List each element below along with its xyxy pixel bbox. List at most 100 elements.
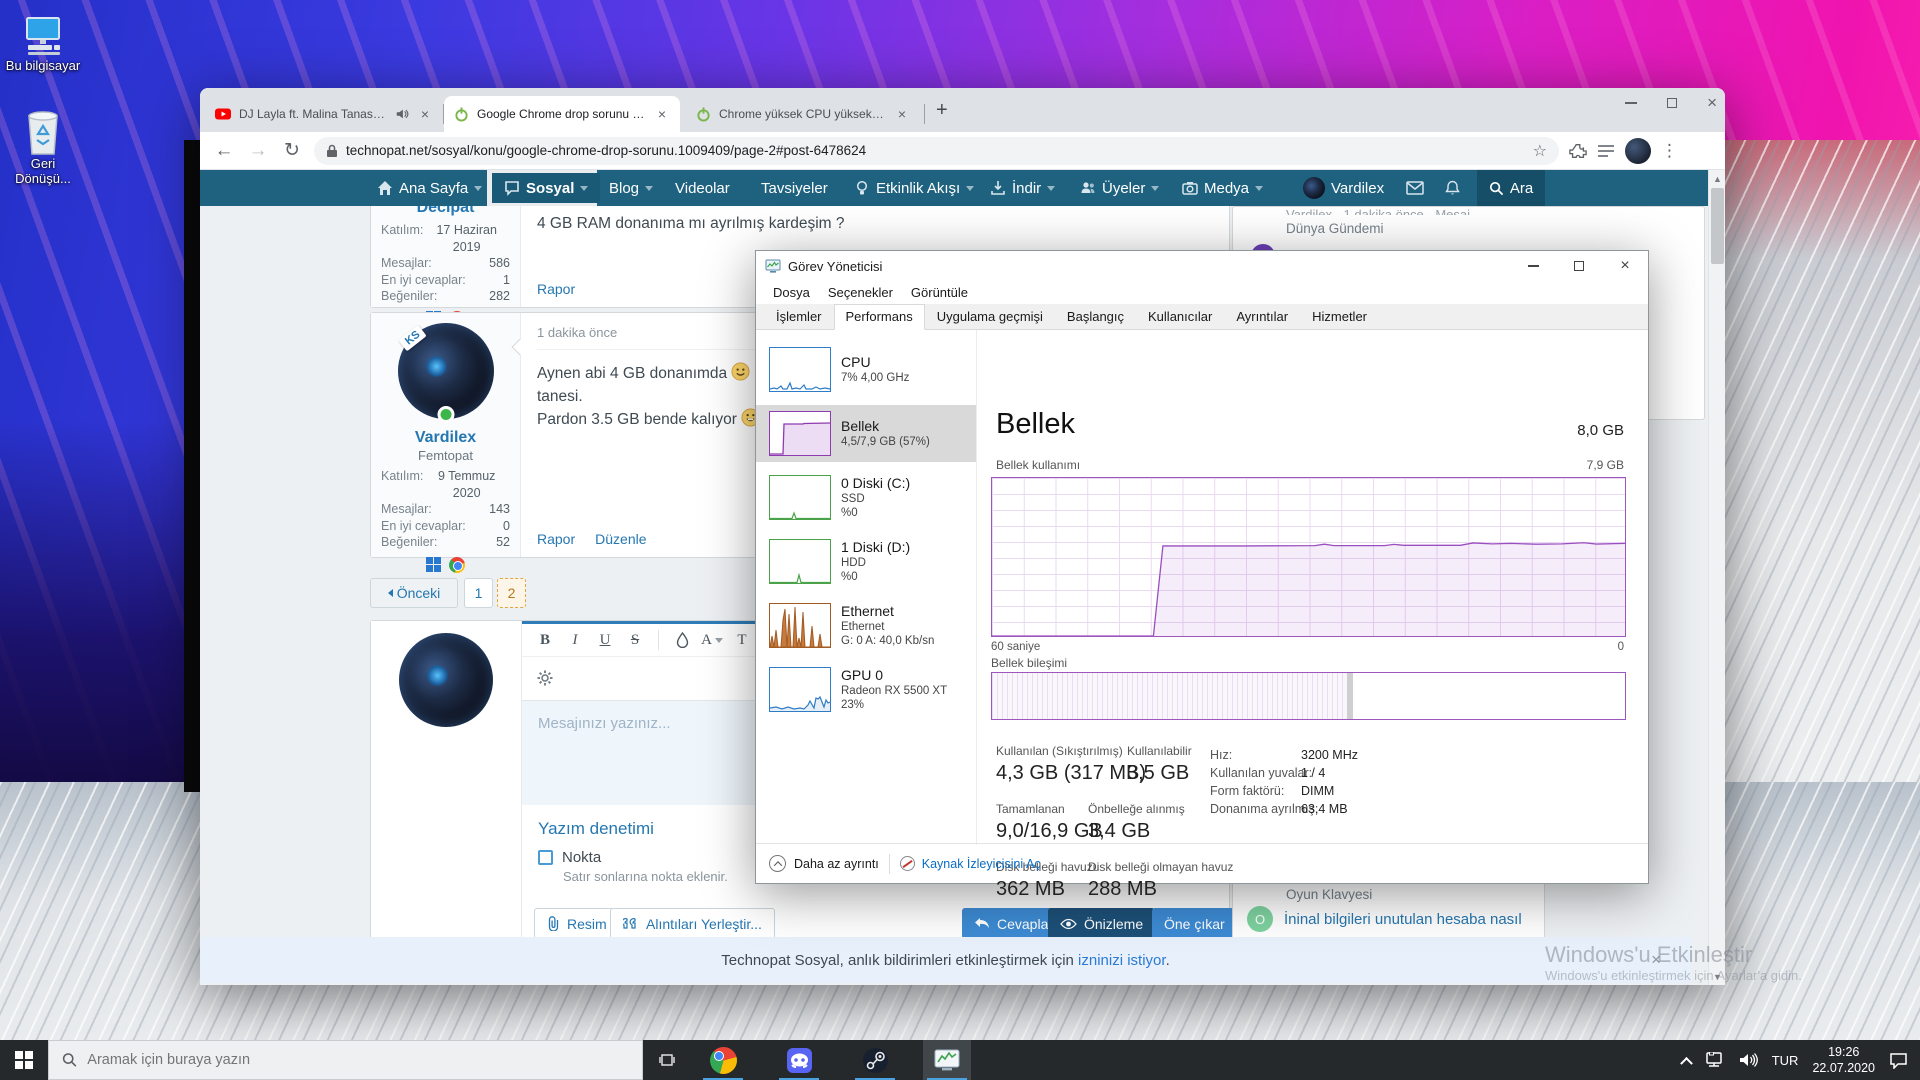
extensions-puzzle-icon[interactable] bbox=[1569, 142, 1587, 160]
sidebar-item-gpu[interactable]: GPU 0Radeon RX 5500 XT23% bbox=[756, 661, 976, 718]
nav-item-uyeler[interactable]: Üyeler bbox=[1080, 170, 1159, 206]
minimize-button[interactable] bbox=[1625, 102, 1637, 104]
nav-item-medya[interactable]: Medya bbox=[1182, 170, 1263, 206]
tab-ayrintilar[interactable]: Ayrıntılar bbox=[1224, 304, 1300, 330]
bold-button[interactable]: B bbox=[530, 624, 560, 656]
tray-expand-chevron-icon[interactable] bbox=[1680, 1056, 1693, 1069]
tab-kullanicilar[interactable]: Kullanıcılar bbox=[1136, 304, 1224, 330]
sidebar-item-ethernet[interactable]: EthernetEthernetG: 0 A: 40,0 Kb/sn bbox=[756, 597, 976, 654]
maximize-button[interactable] bbox=[1667, 98, 1677, 108]
sidebar-item-disk1[interactable]: 1 Diski (D:)HDD%0 bbox=[756, 533, 976, 590]
tray-clock[interactable]: 19:26 22.07.2020 bbox=[1812, 1044, 1875, 1076]
page-scrollbar[interactable]: ▲ ▼ bbox=[1708, 170, 1725, 985]
taskbar-search-box[interactable] bbox=[48, 1040, 643, 1080]
feature-button[interactable]: Öne çıkar bbox=[1152, 908, 1237, 939]
scrollbar-thumb[interactable] bbox=[1711, 188, 1724, 264]
edit-link[interactable]: Düzenle bbox=[595, 531, 646, 547]
italic-button[interactable]: I bbox=[560, 624, 590, 656]
nav-user-menu[interactable]: Vardilex bbox=[1303, 170, 1384, 206]
menu-secenekler[interactable]: Seçenekler bbox=[819, 282, 902, 303]
user-avatar[interactable] bbox=[399, 633, 493, 727]
report-link[interactable]: Rapor bbox=[537, 281, 575, 297]
pagination-prev-button[interactable]: Önceki bbox=[370, 578, 458, 608]
tab-uygulama-gecmisi[interactable]: Uygulama geçmişi bbox=[925, 304, 1055, 330]
taskbar-chrome-button[interactable] bbox=[699, 1040, 747, 1080]
sidebar-item-bellek-selected[interactable]: Bellek4,5/7,9 GB (57%) bbox=[756, 405, 976, 462]
sidebar-item-cpu[interactable]: CPU7% 4,00 GHz bbox=[756, 341, 976, 398]
tab-close-icon[interactable]: × bbox=[894, 106, 910, 122]
forward-button[interactable]: → bbox=[246, 140, 270, 162]
user-avatar[interactable]: KS bbox=[398, 323, 494, 419]
tray-language[interactable]: TUR bbox=[1772, 1053, 1799, 1068]
menu-dosya[interactable]: Dosya bbox=[764, 282, 819, 303]
editor-settings-button[interactable] bbox=[530, 662, 560, 694]
tab-performans[interactable]: Performans bbox=[834, 304, 925, 330]
alerts-button[interactable] bbox=[1445, 170, 1460, 206]
start-button[interactable] bbox=[0, 1040, 48, 1080]
desktop-icon-this-pc[interactable]: Bu bilgisayar bbox=[0, 16, 86, 73]
pagination-page-2-current[interactable]: 2 bbox=[497, 578, 526, 608]
reload-button[interactable]: ↻ bbox=[280, 139, 304, 162]
reply-button[interactable]: Cevapla bbox=[962, 908, 1060, 939]
nokta-checkbox[interactable] bbox=[538, 850, 553, 865]
tab-technopat-2[interactable]: Chrome yüksek CPU yüksek RAM × bbox=[686, 96, 920, 132]
less-details-button[interactable]: Daha az ayrıntı bbox=[769, 855, 879, 872]
nav-item-videolar[interactable]: Videolar bbox=[675, 170, 730, 206]
underline-button[interactable]: U bbox=[590, 624, 620, 656]
taskbar-discord-button[interactable] bbox=[775, 1040, 823, 1080]
notification-permission-link[interactable]: izninizi istiyor bbox=[1078, 952, 1166, 969]
text-color-droplet-button[interactable] bbox=[667, 624, 697, 656]
close-window-button[interactable]: × bbox=[1707, 93, 1717, 113]
font-color-button[interactable]: A bbox=[697, 624, 727, 656]
post-username[interactable]: Vardilex bbox=[381, 429, 510, 447]
report-link[interactable]: Rapor bbox=[537, 531, 575, 547]
desktop-icon-recycle-bin[interactable]: Geri Dönüşü... bbox=[0, 108, 86, 186]
task-view-button[interactable] bbox=[643, 1040, 691, 1080]
nav-item-etkinlik[interactable]: Etkinlik Akışı bbox=[854, 170, 974, 206]
tab-technopat-active[interactable]: Google Chrome drop sorunu - Te × bbox=[444, 96, 680, 132]
task-manager-titlebar[interactable]: Görev Yöneticisi × bbox=[756, 251, 1648, 281]
back-button[interactable]: ← bbox=[212, 140, 236, 162]
inbox-button[interactable] bbox=[1406, 170, 1424, 206]
tab-hizmetler[interactable]: Hizmetler bbox=[1300, 304, 1379, 330]
nav-item-blog[interactable]: Blog bbox=[609, 170, 653, 206]
nav-item-sosyal-active[interactable]: Sosyal bbox=[492, 173, 600, 203]
insert-quotes-button[interactable]: Alıntıları Yerleştir... bbox=[610, 908, 775, 939]
nav-item-indir[interactable]: İndir bbox=[990, 170, 1055, 206]
new-tab-button[interactable]: + bbox=[936, 102, 948, 118]
menu-dots-icon[interactable]: ⋮ bbox=[1661, 141, 1678, 161]
scroll-up-arrow[interactable]: ▲ bbox=[1709, 170, 1725, 187]
search-input[interactable] bbox=[87, 1052, 629, 1068]
menu-goruntule[interactable]: Görüntüle bbox=[902, 282, 977, 303]
strikethrough-button[interactable]: S bbox=[620, 624, 650, 656]
action-center-icon[interactable] bbox=[1889, 1052, 1908, 1069]
speaker-icon[interactable] bbox=[1739, 1052, 1758, 1068]
taskbar-task-manager-button-active[interactable] bbox=[923, 1040, 971, 1080]
network-ethernet-icon[interactable] bbox=[1705, 1052, 1725, 1068]
tab-islemler[interactable]: İşlemler bbox=[764, 304, 834, 330]
reading-list-icon[interactable] bbox=[1597, 143, 1615, 159]
url-field[interactable]: technopat.net/sosyal/konu/google-chrome-… bbox=[314, 137, 1559, 165]
nav-item-tavsiyeler[interactable]: Tavsiyeler bbox=[761, 170, 828, 206]
font-size-button[interactable]: T bbox=[727, 624, 757, 656]
nav-item-home[interactable]: Ana Sayfa bbox=[377, 170, 482, 206]
sidebar-item-disk0[interactable]: 0 Diski (C:)SSD%0 bbox=[756, 469, 976, 526]
tab-audio-icon[interactable] bbox=[395, 107, 409, 121]
taskbar-steam-button[interactable] bbox=[851, 1040, 899, 1080]
search-button[interactable]: Ara bbox=[1477, 170, 1545, 206]
pagination-page-1[interactable]: 1 bbox=[464, 578, 493, 608]
profile-avatar[interactable] bbox=[1625, 138, 1651, 164]
scroll-down-arrow[interactable]: ▼ bbox=[1709, 968, 1725, 985]
close-window-button[interactable]: × bbox=[1602, 251, 1648, 281]
tab-close-icon[interactable]: × bbox=[654, 106, 670, 122]
tab-baslangic[interactable]: Başlangıç bbox=[1055, 304, 1136, 330]
notification-close-icon[interactable]: × bbox=[1651, 950, 1661, 970]
bookmark-star-icon[interactable]: ☆ bbox=[1533, 141, 1547, 161]
tab-close-icon[interactable]: × bbox=[417, 106, 433, 122]
sidebar-thread-link[interactable]: İninal bilgileri unutulan hesaba nasıl bbox=[1284, 911, 1522, 928]
resource-monitor-link[interactable]: Kaynak İzleyicisini Aç bbox=[900, 856, 1041, 871]
maximize-button[interactable] bbox=[1556, 251, 1602, 281]
preview-button[interactable]: Önizleme bbox=[1048, 908, 1155, 939]
minimize-button[interactable] bbox=[1510, 251, 1556, 281]
tab-youtube[interactable]: DJ Layla ft. Malina Tanase - D × bbox=[205, 96, 443, 132]
